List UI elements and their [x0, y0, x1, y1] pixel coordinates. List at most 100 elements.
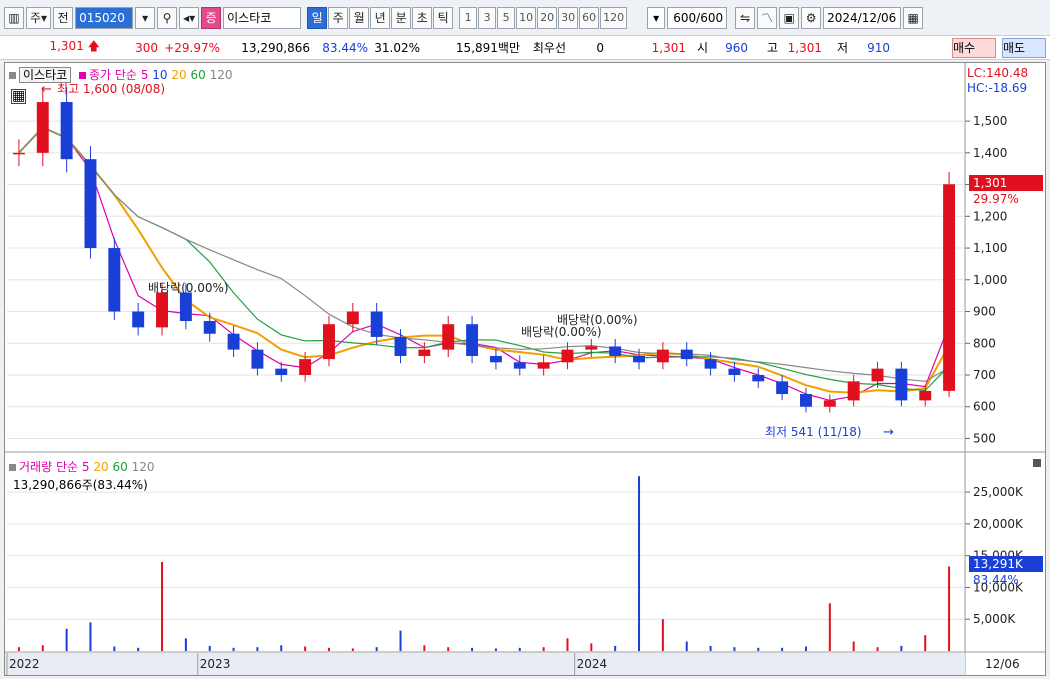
price-candle-27 [656, 349, 669, 363]
market-badge: 증 [201, 6, 222, 29]
price-candle-5 [132, 311, 145, 328]
period-tab-5[interactable]: 초 [412, 6, 433, 29]
period-tab-6[interactable]: 틱 [433, 6, 454, 29]
price-candle-26 [633, 355, 645, 363]
price-candle-20 [489, 355, 502, 363]
volume-tick-label-1: 20,000K [973, 517, 1024, 531]
volume-value: 13,290,866 [241, 40, 310, 55]
volume-bar-1 [41, 645, 44, 651]
volume-bar-28 [685, 641, 688, 651]
ma5-legend: 5 [140, 68, 149, 82]
sell-button[interactable]: 매도 [1002, 38, 1046, 58]
search-icon[interactable]: ⚲ [157, 6, 178, 29]
price-tick-label-3: 1,200 [973, 209, 1007, 223]
volume-bar-22 [542, 647, 545, 651]
x-tick-label-2: 2024 [577, 657, 608, 671]
price-candle-13 [323, 324, 335, 360]
interval-button-20[interactable]: 20 [537, 6, 558, 29]
price-candle-15 [370, 311, 383, 337]
table-icon[interactable]: ▦ [11, 89, 26, 104]
interval-button-120[interactable]: 120 [600, 6, 628, 29]
prev-button[interactable]: 전 [53, 6, 74, 29]
price-candle-6 [156, 292, 168, 328]
price-tick-label-6: 900 [973, 305, 996, 319]
volume-bar-18 [447, 647, 450, 651]
price-candle-18 [442, 324, 455, 350]
change-value: 300 [135, 40, 158, 55]
vma60-legend: 60 [112, 460, 128, 474]
volume-tick-label-0: 25,000K [973, 485, 1024, 499]
period-tabs: 일주월년분초틱 [307, 6, 454, 29]
gear-icon[interactable]: ⚙ [801, 6, 822, 29]
lc-label: LC:140.48 [967, 66, 1028, 80]
low-annotation: 최저 541 (11/18) [765, 425, 862, 439]
price-legend-prefix: 종가 단순 [89, 68, 137, 82]
buy-button[interactable]: 매수 [952, 38, 996, 58]
volume-bar-5 [137, 647, 140, 651]
count-value: 600 [673, 10, 697, 25]
high-arrow-icon: ← [41, 82, 52, 97]
price-candle-1 [36, 102, 49, 153]
chart-area[interactable]: 1,5001,4001,3001,2001,1001,0009008007006… [4, 62, 1046, 676]
volume-bar-17 [423, 645, 426, 651]
volume-bar-21 [518, 647, 521, 651]
volume-bar-27 [661, 619, 664, 651]
chart-tools-icon[interactable]: ⇋ [735, 6, 756, 29]
panel-toggle-icon[interactable]: ▥ [4, 6, 24, 29]
x-axis-right-label: 12/06 [985, 657, 1020, 671]
interval-button-1[interactable]: 1 [459, 6, 478, 29]
period-tab-1[interactable]: 주 [328, 6, 349, 29]
price-candle-28 [680, 349, 693, 360]
interval-dropdown-icon[interactable]: ▾ [647, 6, 666, 29]
interval-button-10[interactable]: 10 [516, 6, 537, 29]
save-icon[interactable]: ▣ [779, 6, 800, 29]
stock-name-field[interactable]: 이스타코 [223, 6, 302, 29]
volume-legend-prefix: 단순 [55, 460, 79, 474]
volume-bar-20 [494, 648, 497, 651]
market-select[interactable]: 주 ▾ [26, 6, 52, 29]
price-candle-12 [299, 359, 312, 375]
volume-bar-13 [327, 647, 330, 651]
up-arrow-icon: 🡅 [87, 39, 100, 53]
trend-icon[interactable]: 〽 [757, 6, 778, 29]
open-value: 960 [725, 40, 748, 55]
interval-button-3[interactable]: 3 [478, 6, 497, 29]
interval-buttons: 1 3 5 10 20 30 60 120 [459, 6, 628, 29]
dividend-label-3: 배당락(0.00%) [521, 325, 602, 339]
period-tab-2[interactable]: 월 [349, 6, 370, 29]
interval-button-5[interactable]: 5 [497, 6, 516, 29]
speaker-icon[interactable]: ◂▾ [179, 6, 200, 29]
panel-collapse-icon[interactable] [1033, 459, 1041, 467]
volume-current-tag: 13,291K [973, 557, 1024, 571]
period-tab-3[interactable]: 년 [370, 6, 391, 29]
price-candle-9 [227, 333, 240, 350]
current-price: 1,301 🡅 [0, 37, 100, 58]
ma20-legend: 20 [171, 68, 187, 82]
price-candle-34 [823, 400, 836, 407]
chart-svg[interactable]: 1,5001,4001,3001,2001,1001,0009008007006… [5, 63, 1045, 675]
volume-tick-label-4: 5,000K [973, 612, 1016, 626]
volume-bar-4 [113, 646, 116, 651]
period-tab-4[interactable]: 분 [391, 6, 412, 29]
stock-code-input[interactable]: 015020 [75, 6, 134, 29]
volume-bar-29 [709, 645, 712, 651]
volume-bar-16 [399, 630, 402, 651]
volume-bar-23 [566, 638, 569, 651]
pref-label: 최우선 [532, 41, 566, 55]
x-tick-label-0: 2022 [9, 657, 40, 671]
period-tab-0[interactable]: 일 [307, 6, 328, 29]
interval-button-30[interactable]: 30 [558, 6, 579, 29]
volume-ratio: 83.44% [322, 40, 368, 55]
volume-panel-title[interactable]: 거래량 [19, 460, 52, 474]
quote-info-row: 1,301 🡅 300 +29.97% 13,290,866 83.44% 31… [0, 36, 1050, 60]
price-candle-0 [12, 152, 25, 155]
code-dropdown-icon[interactable]: ▾ [135, 6, 156, 29]
calendar-icon[interactable]: ▦ [903, 6, 924, 29]
current-pct-tag: 29.97% [973, 192, 1019, 206]
price-panel-title[interactable]: 이스타코 [19, 67, 72, 83]
price-candle-25 [609, 346, 622, 356]
count-input[interactable]: 600/600 [667, 6, 728, 29]
date-input[interactable]: 2024/12/06 [823, 6, 902, 29]
volume-bar-24 [590, 643, 593, 651]
interval-button-60[interactable]: 60 [579, 6, 600, 29]
